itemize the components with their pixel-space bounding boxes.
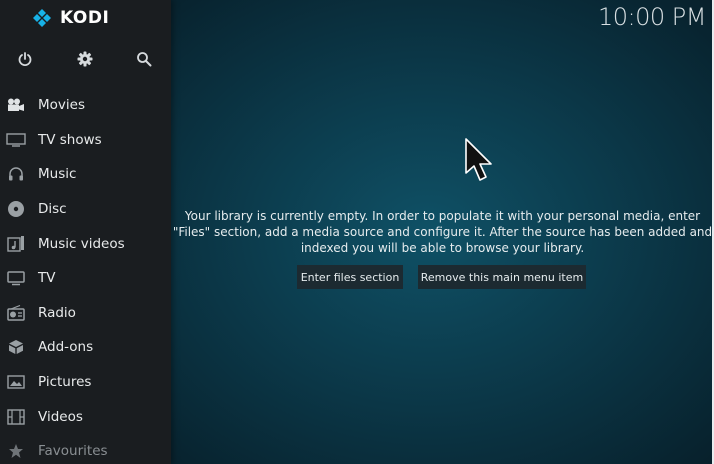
- menu-label-add-ons: Add-ons: [38, 339, 94, 356]
- tv-screen-icon: [6, 130, 26, 150]
- menu-item-pictures[interactable]: Pictures: [0, 365, 171, 400]
- picture-icon: [6, 372, 26, 392]
- radio-icon: [6, 303, 26, 323]
- addons-box-icon: [6, 337, 26, 357]
- menu-label-disc: Disc: [38, 201, 67, 218]
- main-menu: Movies TV shows Music Disc Music videos …: [0, 88, 171, 464]
- power-icon[interactable]: [14, 48, 36, 70]
- kodi-home-screen: KODI Movies TV shows Music Disc Music vi…: [0, 0, 714, 464]
- menu-item-movies[interactable]: Movies: [0, 88, 171, 123]
- menu-item-music[interactable]: Music: [0, 157, 171, 192]
- menu-item-add-ons[interactable]: Add-ons: [0, 330, 171, 365]
- empty-library-message: Your library is currently empty. In orde…: [171, 208, 714, 256]
- remove-main-menu-item-button[interactable]: Remove this main menu item: [418, 265, 586, 289]
- menu-label-tv: TV: [38, 270, 56, 287]
- menu-label-music: Music: [38, 166, 77, 183]
- mouse-pointer-icon: [464, 137, 494, 187]
- menu-label-videos: Videos: [38, 408, 83, 425]
- menu-item-tv[interactable]: TV: [0, 261, 171, 296]
- message-line: Your library is currently empty. In orde…: [184, 209, 701, 223]
- menu-item-radio[interactable]: Radio: [0, 296, 171, 331]
- movie-camera-icon: [6, 95, 26, 115]
- search-icon[interactable]: [133, 48, 155, 70]
- star-icon: [6, 441, 26, 461]
- menu-item-favourites[interactable]: Favourites: [0, 434, 171, 464]
- menu-label-movies: Movies: [38, 97, 85, 114]
- settings-gear-icon[interactable]: [74, 48, 96, 70]
- menu-item-tv-shows[interactable]: TV shows: [0, 123, 171, 158]
- menu-label-favourites: Favourites: [38, 443, 108, 460]
- menu-item-music-videos[interactable]: Music videos: [0, 226, 171, 261]
- headphones-icon: [6, 164, 26, 184]
- kodi-logo: KODI: [32, 8, 109, 28]
- kodi-logo-icon: [33, 9, 51, 27]
- tv-icon: [6, 268, 26, 288]
- menu-label-radio: Radio: [38, 304, 76, 321]
- top-icon-bar: [0, 48, 171, 70]
- menu-item-videos[interactable]: Videos: [0, 399, 171, 434]
- app-name: KODI: [60, 8, 110, 28]
- menu-item-disc[interactable]: Disc: [0, 192, 171, 227]
- menu-label-music-videos: Music videos: [38, 235, 125, 252]
- message-line: "Files" section, add a media source and …: [172, 225, 713, 239]
- clock: 10:00 PM: [598, 3, 706, 31]
- music-video-icon: [6, 234, 26, 254]
- menu-label-tv-shows: TV shows: [38, 131, 102, 148]
- message-line: indexed you will be able to browse your …: [300, 241, 585, 255]
- sidebar: KODI Movies TV shows Music Disc Music vi…: [0, 0, 171, 464]
- disc-icon: [6, 199, 26, 219]
- enter-files-section-button[interactable]: Enter files section: [297, 265, 403, 289]
- film-strip-icon: [6, 407, 26, 427]
- menu-label-pictures: Pictures: [38, 374, 92, 391]
